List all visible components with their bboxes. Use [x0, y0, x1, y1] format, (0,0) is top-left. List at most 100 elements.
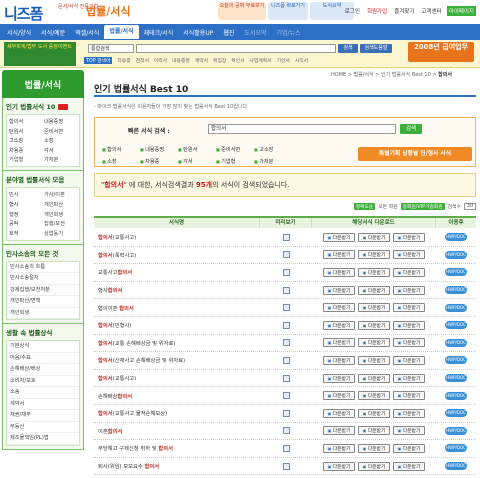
top-search-term[interactable]: 차용증 — [117, 57, 130, 64]
page-size-select[interactable]: 30 — [463, 203, 476, 210]
format-badge[interactable]: HWP/DOC — [445, 321, 467, 330]
download-button[interactable]: 다운받기 — [393, 338, 425, 348]
sidebar-link[interactable]: 채권/채무 — [7, 410, 79, 422]
format-badge[interactable]: HWP/DOC — [445, 303, 467, 312]
sidebar-link[interactable]: 민사소송절차 — [7, 273, 79, 285]
preview-icon[interactable] — [282, 392, 290, 400]
top-search-term[interactable]: 내용증명 — [172, 57, 190, 64]
form-name-link[interactable]: 이혼합의서 — [94, 427, 260, 435]
signup-link[interactable]: 회원가입 — [365, 6, 389, 16]
format-badge[interactable]: HWP/DOC — [445, 338, 467, 347]
download-button[interactable]: 다운받기 — [358, 408, 390, 418]
sort-option[interactable]: 모든 회원 — [378, 203, 397, 210]
breadcrumb-path[interactable]: HOME > 법률/서식 > 인기 법률서식 Best 10 > — [331, 72, 437, 78]
category-link[interactable]: 고소장 — [254, 146, 292, 153]
format-badge[interactable]: HWP/DOC — [445, 233, 467, 242]
nav-item[interactable]: 웹진 — [218, 28, 239, 37]
top-search-term[interactable]: 위임장 — [213, 57, 226, 64]
support-link[interactable]: 고객센터 — [419, 6, 443, 16]
download-button[interactable]: 다운받기 — [323, 267, 355, 277]
preview-icon[interactable] — [282, 409, 290, 417]
download-button[interactable]: 다운받기 — [393, 373, 425, 383]
nav-item-active[interactable]: 법률/서식 — [104, 25, 139, 39]
sidebar-link[interactable]: 집행/보전 — [44, 220, 77, 227]
form-name-link[interactable]: 교통사고합의서 — [94, 268, 260, 276]
category-link[interactable]: 각서 — [178, 158, 216, 165]
nav-item[interactable]: 서식/예문 — [36, 28, 70, 37]
nav-item[interactable]: 도서요약 — [239, 28, 271, 37]
promo-shortcut[interactable]: 니즈폼 바로가기 — [268, 2, 308, 20]
format-badge[interactable]: HWP/DOC — [445, 462, 467, 471]
sidebar-link[interactable]: 민사 — [9, 191, 42, 198]
preview-icon[interactable] — [282, 427, 290, 435]
preview-icon[interactable] — [282, 251, 290, 259]
preview-icon[interactable] — [282, 444, 290, 452]
download-button[interactable]: 다운받기 — [358, 355, 390, 365]
preview-icon[interactable] — [282, 304, 290, 312]
download-button[interactable]: 다운받기 — [393, 285, 425, 295]
top-search-term[interactable]: 확인서 — [231, 57, 244, 64]
category-link[interactable]: 가처분 — [254, 158, 292, 165]
preview-icon[interactable] — [282, 462, 290, 470]
download-button[interactable]: 다운받기 — [358, 285, 390, 295]
sidebar-link[interactable]: 준비서면 — [44, 128, 77, 135]
category-link[interactable]: 탄원서 — [178, 146, 216, 153]
sort-option[interactable]: 검색수 — [448, 203, 461, 210]
category-link[interactable]: 준비서면 — [216, 146, 254, 153]
event-banner[interactable]: 세무회계/법무 도서 증정이벤트 — [4, 42, 76, 66]
download-button[interactable]: 다운받기 — [393, 250, 425, 260]
format-badge[interactable]: HWP/DOC — [445, 409, 467, 418]
download-button[interactable]: 다운받기 — [393, 408, 425, 418]
search-scope-select[interactable]: 통합검색 — [88, 44, 134, 53]
download-button[interactable]: 다운받기 — [358, 338, 390, 348]
form-name-link[interactable]: 합의서(폭력사고) — [94, 251, 260, 259]
sidebar-link[interactable]: 각서 — [44, 147, 77, 154]
download-button[interactable]: 다운받기 — [323, 250, 355, 260]
nav-item[interactable]: 서식/양식 — [2, 28, 36, 37]
form-name-link[interactable]: 손해배상합의서 — [94, 392, 260, 400]
preview-icon[interactable] — [282, 268, 290, 276]
sort-accuracy[interactable]: 정확도순 — [353, 203, 376, 210]
download-button[interactable]: 다운받기 — [323, 320, 355, 330]
form-name-link[interactable]: 합의서(교통 손해배상금 및 위자료) — [94, 339, 260, 347]
preview-icon[interactable] — [282, 286, 290, 294]
sidebar-link[interactable]: 탄원서 — [9, 128, 42, 135]
format-badge[interactable]: HWP/DOC — [445, 374, 467, 383]
form-name-link[interactable]: 합의서(교통사고) — [94, 233, 260, 241]
download-button[interactable]: 다운받기 — [323, 408, 355, 418]
download-button[interactable]: 다운받기 — [323, 426, 355, 436]
download-button[interactable]: 다운받기 — [393, 461, 425, 471]
download-button[interactable]: 다운받기 — [358, 391, 390, 401]
format-badge[interactable]: HWP/DOC — [445, 444, 467, 453]
format-badge[interactable]: HWP/DOC — [445, 268, 467, 277]
special-forms-button[interactable]: 특별기획 상황별 민/형사 서식 — [358, 147, 472, 161]
category-link[interactable]: 차용증 — [140, 158, 178, 165]
sidebar-link[interactable]: 고소장 — [9, 137, 42, 144]
download-button[interactable]: 다운받기 — [323, 373, 355, 383]
form-name-link[interactable]: 합의서(산재사고 손해배상금 및 위자료) — [94, 356, 260, 364]
bookmark-link[interactable]: 즐겨찾기 — [392, 6, 416, 16]
sidebar-link[interactable]: 호적 — [9, 230, 42, 237]
site-search-input[interactable] — [136, 44, 336, 53]
download-button[interactable]: 다운받기 — [358, 303, 390, 313]
sidebar-link[interactable]: 가처분 — [44, 156, 77, 163]
preview-icon[interactable] — [282, 356, 290, 364]
download-button[interactable]: 다운받기 — [358, 232, 390, 242]
sidebar-link[interactable]: 기본상식 — [7, 341, 79, 353]
form-name-link[interactable]: 협의이혼 합의서 — [94, 304, 260, 312]
sidebar-link[interactable]: 상업등기 — [44, 230, 77, 237]
sidebar-link[interactable]: 어음/수표 — [7, 353, 79, 365]
download-button[interactable]: 다운받기 — [393, 303, 425, 313]
download-button[interactable]: 다운받기 — [393, 355, 425, 365]
preview-icon[interactable] — [282, 339, 290, 347]
preview-icon[interactable] — [282, 321, 290, 329]
download-button[interactable]: 다운받기 — [358, 320, 390, 330]
sidebar-link[interactable]: 강제집행/보전처분 — [7, 285, 79, 297]
sidebar-link[interactable]: 부동산 — [7, 422, 79, 434]
form-name-link[interactable]: 합의서(민형사) — [94, 321, 260, 329]
format-badge[interactable]: HWP/DOC — [445, 356, 467, 365]
top-search-term[interactable]: 기안서 — [277, 57, 290, 64]
download-button[interactable]: 다운받기 — [393, 320, 425, 330]
form-name-link[interactable]: 부당해고 구제신청 취하 및 합의서 — [94, 444, 260, 452]
nav-item[interactable]: 서식활용UP — [178, 28, 218, 37]
